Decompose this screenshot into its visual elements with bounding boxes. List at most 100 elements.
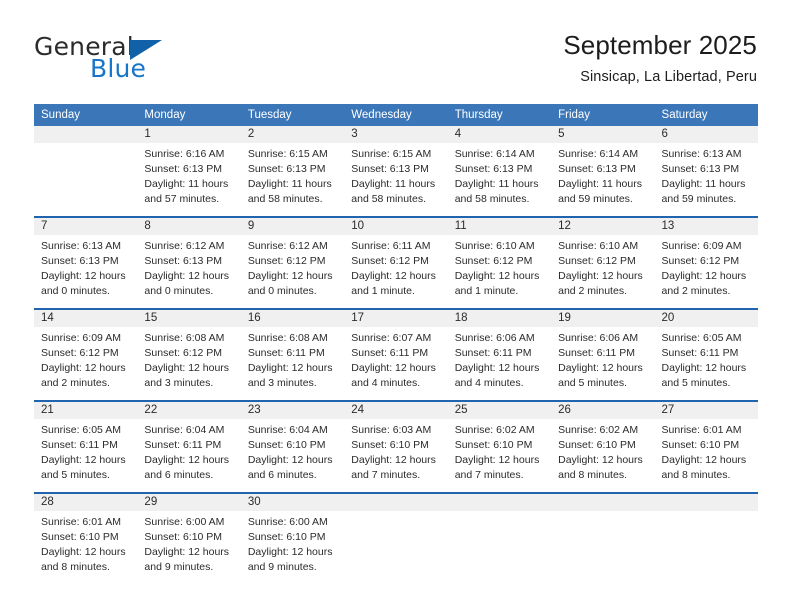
day-number-band: 28 29 30 — [34, 494, 758, 511]
day-detail-line: Sunrise: 6:10 AM — [454, 240, 535, 252]
day-cell[interactable]: Sunrise: 6:15 AM Sunset: 6:13 PM Daylight:… — [344, 143, 447, 216]
day-cell[interactable]: Sunrise: 6:01 AM Sunset: 6:10 PM Daylight:… — [655, 419, 758, 492]
day-detail-line: and 3 minutes. — [247, 377, 317, 389]
weekday-header-friday: Friday — [558, 109, 591, 121]
day-cell[interactable]: Sunrise: 6:05 AM Sunset: 6:11 PM Daylight:… — [655, 327, 758, 400]
day-cell[interactable]: Sunrise: 6:10 AM Sunset: 6:12 PM Daylight:… — [551, 235, 654, 308]
day-detail-line: Sunset: 6:12 PM — [661, 255, 740, 267]
day-cell-empty — [34, 143, 137, 216]
day-detail-line: Sunrise: 6:13 AM — [41, 240, 121, 252]
day-cell[interactable]: Sunrise: 6:13 AM Sunset: 6:13 PM Daylight:… — [655, 143, 758, 216]
day-number[interactable]: 15 — [137, 310, 240, 327]
day-number[interactable]: 26 — [551, 402, 654, 419]
day-detail-line: and 58 minutes. — [247, 193, 323, 205]
day-cell[interactable]: Sunrise: 6:00 AM Sunset: 6:10 PM Daylight:… — [137, 511, 240, 584]
day-cell[interactable]: Sunrise: 6:01 AM Sunset: 6:10 PM Daylight:… — [34, 511, 137, 584]
day-detail-line: Daylight: 11 hours — [661, 178, 746, 190]
day-cell[interactable]: Sunrise: 6:04 AM Sunset: 6:11 PM Daylight:… — [137, 419, 240, 492]
day-detail-line: Daylight: 11 hours — [454, 178, 539, 190]
day-number[interactable]: 9 — [241, 218, 344, 235]
day-detail-line: Sunset: 6:13 PM — [351, 163, 429, 175]
day-number[interactable]: 22 — [137, 402, 240, 419]
calendar-weeks: 1 2 3 4 5 6 Sunrise: 6:16 AM Sunset: 6:13 PM Day… — [34, 126, 758, 584]
day-cell[interactable]: Sunrise: 6:02 AM Sunset: 6:10 PM Daylight:… — [551, 419, 654, 492]
day-number[interactable]: 1 — [137, 126, 240, 143]
day-detail-line: Daylight: 11 hours — [351, 178, 436, 190]
day-detail-line: Daylight: 12 hours — [661, 270, 747, 282]
day-cell[interactable]: Sunrise: 6:00 AM Sunset: 6:10 PM Daylight:… — [241, 511, 344, 584]
day-detail-line: Sunset: 6:10 PM — [247, 439, 326, 451]
day-cell[interactable]: Sunrise: 6:12 AM Sunset: 6:13 PM Daylight:… — [137, 235, 240, 308]
day-cell[interactable]: Sunrise: 6:07 AM Sunset: 6:11 PM Daylight:… — [344, 327, 447, 400]
day-cell[interactable]: Sunrise: 6:05 AM Sunset: 6:11 PM Daylight:… — [34, 419, 137, 492]
day-detail-line: Daylight: 12 hours — [144, 362, 230, 374]
day-cell[interactable]: Sunrise: 6:09 AM Sunset: 6:12 PM Daylight:… — [34, 327, 137, 400]
day-cell[interactable]: Sunrise: 6:03 AM Sunset: 6:10 PM Daylight:… — [344, 419, 447, 492]
day-number[interactable]: 19 — [551, 310, 654, 327]
day-detail-line: and 57 minutes. — [144, 193, 220, 205]
day-number[interactable]: 25 — [448, 402, 551, 419]
day-cell[interactable]: Sunrise: 6:06 AM Sunset: 6:11 PM Daylight:… — [448, 327, 551, 400]
day-number[interactable]: 5 — [551, 126, 654, 143]
day-number[interactable]: 11 — [448, 218, 551, 235]
day-number[interactable]: 23 — [241, 402, 344, 419]
day-cell[interactable]: Sunrise: 6:14 AM Sunset: 6:13 PM Daylight:… — [551, 143, 654, 216]
day-detail-line: Sunset: 6:11 PM — [247, 347, 325, 359]
day-number[interactable]: 18 — [448, 310, 551, 327]
day-number[interactable]: 10 — [344, 218, 447, 235]
day-detail-line: Sunset: 6:11 PM — [558, 347, 635, 359]
day-number[interactable]: 20 — [655, 310, 758, 327]
day-detail-line: Daylight: 12 hours — [247, 270, 333, 282]
general-blue-logo[interactable]: General Blue — [34, 32, 254, 88]
day-number[interactable]: 16 — [241, 310, 344, 327]
day-number[interactable]: 30 — [241, 494, 344, 511]
day-cell[interactable]: Sunrise: 6:04 AM Sunset: 6:10 PM Daylight:… — [241, 419, 344, 492]
day-detail-line: and 5 minutes. — [558, 377, 627, 389]
day-detail-line: Sunrise: 6:14 AM — [558, 148, 639, 160]
calendar-week-row: 28 29 30 Sunrise: 6:01 AM Sunset: 6:10 PM Day… — [34, 492, 758, 584]
day-number[interactable]: 14 — [34, 310, 137, 327]
day-number[interactable]: 2 — [241, 126, 344, 143]
page-title: September 2025 — [563, 30, 757, 60]
calendar-week-row: 1 2 3 4 5 6 Sunrise: 6:16 AM Sunset: 6:13 PM Day… — [34, 126, 758, 216]
day-detail-line: Sunset: 6:13 PM — [144, 163, 223, 175]
day-number[interactable]: 4 — [448, 126, 551, 143]
day-number[interactable]: 29 — [137, 494, 240, 511]
calendar-week-row: 7 8 9 10 11 12 13 Sunrise: 6:13 AM Sunset: 6:13 … — [34, 216, 758, 308]
day-cell[interactable]: Sunrise: 6:06 AM Sunset: 6:11 PM Daylight:… — [551, 327, 654, 400]
day-number[interactable]: 6 — [655, 126, 758, 143]
day-detail-line: Sunset: 6:10 PM — [247, 531, 326, 543]
day-cell[interactable]: Sunrise: 6:13 AM Sunset: 6:13 PM Daylight:… — [34, 235, 137, 308]
day-number[interactable]: 17 — [344, 310, 447, 327]
day-number[interactable]: 21 — [34, 402, 137, 419]
day-detail-line: Sunrise: 6:12 AM — [247, 240, 328, 252]
day-cell[interactable]: Sunrise: 6:12 AM Sunset: 6:12 PM Daylight:… — [241, 235, 344, 308]
day-number[interactable]: 24 — [344, 402, 447, 419]
day-number[interactable]: 28 — [34, 494, 137, 511]
day-number[interactable]: 27 — [655, 402, 758, 419]
day-number[interactable]: 12 — [551, 218, 654, 235]
day-detail-line: Daylight: 12 hours — [661, 454, 747, 466]
weekday-header-saturday: Saturday — [661, 109, 708, 121]
day-cell[interactable]: Sunrise: 6:08 AM Sunset: 6:12 PM Daylight:… — [137, 327, 240, 400]
day-detail-band: Sunrise: 6:05 AM Sunset: 6:11 PM Daylight:… — [34, 419, 758, 492]
day-cell[interactable]: Sunrise: 6:15 AM Sunset: 6:13 PM Daylight:… — [241, 143, 344, 216]
day-detail-line: Sunset: 6:11 PM — [351, 347, 429, 359]
day-cell[interactable]: Sunrise: 6:14 AM Sunset: 6:13 PM Daylight:… — [448, 143, 551, 216]
day-number[interactable]: 13 — [655, 218, 758, 235]
day-number[interactable]: 8 — [137, 218, 240, 235]
day-number-empty — [34, 126, 137, 143]
day-cell[interactable]: Sunrise: 6:09 AM Sunset: 6:12 PM Daylight:… — [655, 235, 758, 308]
day-cell[interactable]: Sunrise: 6:11 AM Sunset: 6:12 PM Daylight:… — [344, 235, 447, 308]
weekday-header-tuesday: Tuesday — [247, 109, 292, 121]
day-detail-line: and 0 minutes. — [144, 285, 214, 297]
day-detail-line: Sunset: 6:13 PM — [454, 163, 533, 175]
day-cell[interactable]: Sunrise: 6:10 AM Sunset: 6:12 PM Daylight:… — [448, 235, 551, 308]
day-cell[interactable]: Sunrise: 6:16 AM Sunset: 6:13 PM Daylight:… — [137, 143, 240, 216]
day-detail-line: and 3 minutes. — [144, 377, 214, 389]
day-number[interactable]: 3 — [344, 126, 447, 143]
day-number[interactable]: 7 — [34, 218, 137, 235]
day-cell[interactable]: Sunrise: 6:08 AM Sunset: 6:11 PM Daylight:… — [241, 327, 344, 400]
day-detail-line: Sunset: 6:12 PM — [454, 255, 533, 267]
day-cell[interactable]: Sunrise: 6:02 AM Sunset: 6:10 PM Daylight:… — [448, 419, 551, 492]
